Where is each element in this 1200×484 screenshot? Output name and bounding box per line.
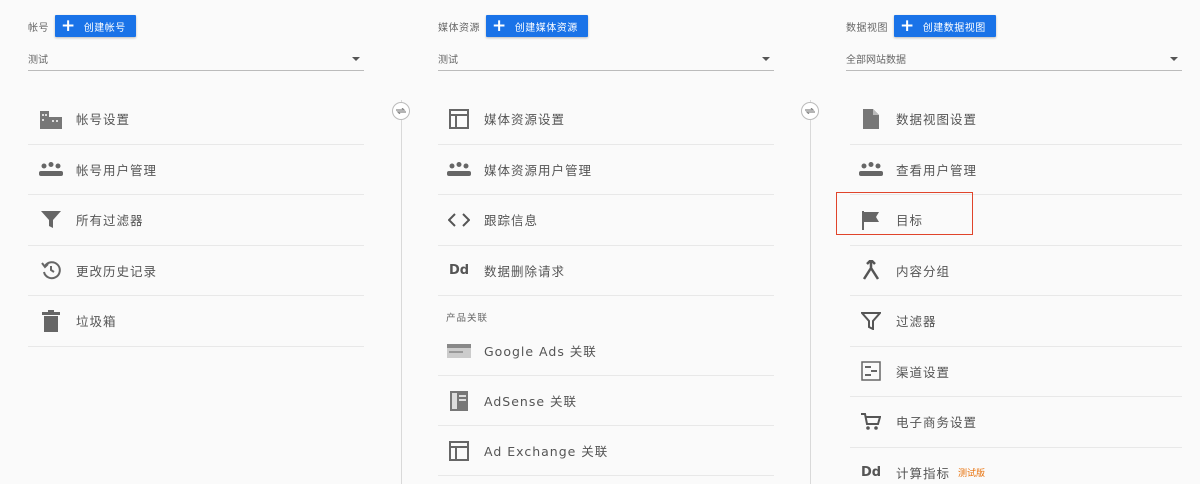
account-menu: 帐号设置 帐号用户管理 所有过滤器 更改历史记录 垃圾箱: [28, 94, 364, 347]
create-view-button[interactable]: + 创建数据视图: [894, 15, 996, 37]
filters-item[interactable]: 过滤器: [850, 296, 1182, 347]
filter-icon: [38, 207, 64, 233]
building-icon: [38, 106, 64, 132]
change-history-item[interactable]: 更改历史记录: [28, 246, 364, 296]
account-settings-item[interactable]: 帐号设置: [28, 94, 364, 145]
view-settings-label: 数据视图设置: [896, 112, 978, 128]
account-settings-label: 帐号设置: [76, 112, 131, 128]
column-divider: [810, 100, 811, 484]
property-header-label: 媒体资源: [438, 22, 480, 34]
grouping-icon: [858, 257, 884, 283]
property-header: 媒体资源 + 创建媒体资源: [438, 0, 774, 40]
view-selector[interactable]: 全部网站数据: [846, 47, 1182, 71]
view-users-item[interactable]: 查看用户管理: [850, 145, 1182, 195]
swap-icon[interactable]: [801, 102, 819, 120]
plus-icon: +: [492, 15, 507, 36]
view-menu: 数据视图设置 查看用户管理 目标 内容分组 过滤器 渠道设置 电子商务设置 Dd: [850, 94, 1182, 484]
data-deletion-label: 数据删除请求: [484, 263, 566, 279]
beta-badge: 测试版: [958, 469, 986, 480]
channel-icon: [858, 358, 884, 384]
trash-label: 垃圾箱: [76, 314, 117, 330]
account-selector[interactable]: 测试: [28, 47, 364, 71]
layout-icon: [446, 438, 472, 464]
google-ads-linking-label: Google Ads 关联: [484, 344, 597, 359]
property-column: 媒体资源 + 创建媒体资源 测试 媒体资源设置 媒体资源用户管理 跟踪信息 Dd…: [438, 0, 774, 484]
account-column: 帐号 + 创建帐号 测试 帐号设置 帐号用户管理 所有过滤器 更改历史记录 垃圾…: [28, 0, 364, 484]
view-column: 数据视图 + 创建数据视图 全部网站数据 数据视图设置 查看用户管理 目标 内容…: [846, 0, 1182, 484]
adsense-icon: [446, 388, 472, 414]
ecommerce-settings-item[interactable]: 电子商务设置: [850, 397, 1182, 448]
plus-icon: +: [61, 15, 76, 36]
property-menu: 媒体资源设置 媒体资源用户管理 跟踪信息 Dd 数据删除请求 产品关联 Goog…: [438, 94, 774, 476]
trash-item[interactable]: 垃圾箱: [28, 296, 364, 347]
property-users-label: 媒体资源用户管理: [484, 162, 593, 178]
users-icon: [858, 156, 884, 182]
column-divider: [401, 100, 402, 484]
account-header: 帐号 + 创建帐号: [28, 0, 364, 40]
property-selector[interactable]: 测试: [438, 47, 774, 71]
swap-icon[interactable]: [392, 102, 410, 120]
view-selector-value: 全部网站数据: [846, 55, 906, 66]
adsense-linking-item[interactable]: AdSense 关联: [438, 376, 774, 426]
filter-icon: [858, 308, 884, 334]
dd-icon: Dd: [448, 262, 470, 278]
product-linking-label: 产品关联: [446, 313, 489, 324]
create-view-label: 创建数据视图: [922, 22, 986, 34]
view-settings-item[interactable]: 数据视图设置: [850, 94, 1182, 145]
ad-exchange-linking-item[interactable]: Ad Exchange 关联: [438, 426, 774, 476]
ads-icon: [446, 338, 472, 364]
calculated-metrics-label: 计算指标: [896, 466, 951, 482]
channel-settings-item[interactable]: 渠道设置: [850, 347, 1182, 397]
tracking-info-label: 跟踪信息: [484, 213, 539, 229]
all-filters-label: 所有过滤器: [76, 213, 144, 229]
view-users-label: 查看用户管理: [896, 162, 978, 178]
layout-icon: [446, 106, 472, 132]
trash-icon: [38, 308, 64, 334]
property-users-item[interactable]: 媒体资源用户管理: [438, 145, 774, 195]
account-users-item[interactable]: 帐号用户管理: [28, 145, 364, 195]
dd-icon: Dd: [860, 465, 882, 481]
property-selector-value: 测试: [438, 55, 458, 66]
filters-label: 过滤器: [896, 314, 937, 330]
tracking-info-item[interactable]: 跟踪信息: [438, 195, 774, 246]
create-property-label: 创建媒体资源: [514, 22, 578, 34]
history-icon: [38, 257, 64, 283]
document-icon: [858, 106, 884, 132]
plus-icon: +: [900, 15, 915, 36]
create-account-button[interactable]: + 创建帐号: [55, 15, 136, 37]
adsense-linking-label: AdSense 关联: [484, 394, 577, 409]
change-history-label: 更改历史记录: [76, 263, 158, 279]
view-header: 数据视图 + 创建数据视图: [846, 0, 1182, 40]
data-deletion-item[interactable]: Dd 数据删除请求: [438, 246, 774, 296]
goals-highlight-box: [836, 192, 973, 235]
users-icon: [446, 156, 472, 182]
chevron-down-icon: [352, 56, 360, 61]
calculated-metrics-item[interactable]: Dd 计算指标 测试版: [850, 448, 1182, 484]
property-settings-label: 媒体资源设置: [484, 112, 566, 128]
chevron-down-icon: [762, 56, 770, 61]
account-users-label: 帐号用户管理: [76, 162, 158, 178]
ad-exchange-linking-label: Ad Exchange 关联: [484, 444, 609, 459]
view-header-label: 数据视图: [846, 22, 888, 34]
create-account-label: 创建帐号: [83, 22, 126, 34]
content-grouping-label: 内容分组: [896, 263, 951, 279]
cart-icon: [858, 409, 884, 435]
account-selector-value: 测试: [28, 55, 48, 66]
google-ads-linking-item[interactable]: Google Ads 关联: [438, 326, 774, 376]
create-property-button[interactable]: + 创建媒体资源: [486, 15, 588, 37]
property-settings-item[interactable]: 媒体资源设置: [438, 94, 774, 145]
code-icon: [446, 207, 472, 233]
chevron-down-icon: [1170, 56, 1178, 61]
all-filters-item[interactable]: 所有过滤器: [28, 195, 364, 246]
ecommerce-settings-label: 电子商务设置: [896, 415, 978, 431]
content-grouping-item[interactable]: 内容分组: [850, 246, 1182, 296]
users-icon: [38, 156, 64, 182]
channel-settings-label: 渠道设置: [896, 364, 951, 380]
account-header-label: 帐号: [28, 22, 49, 34]
